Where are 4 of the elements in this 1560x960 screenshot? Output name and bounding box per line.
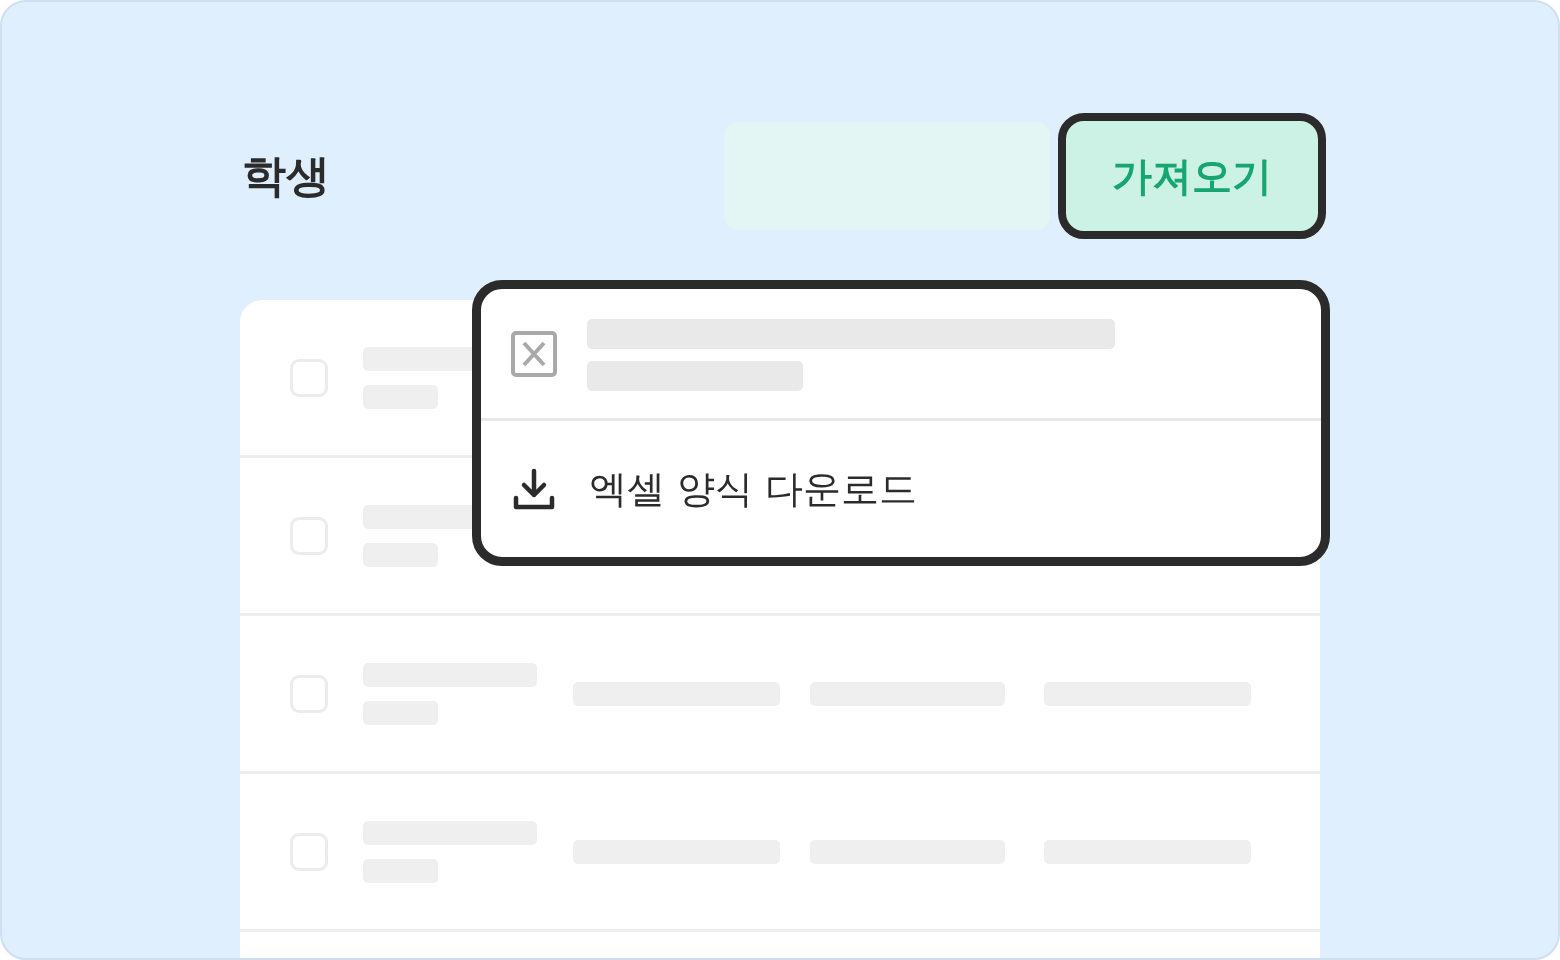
download-icon [513, 468, 555, 510]
menu-item[interactable]: 엑셀 양식 다운로드 [481, 421, 1321, 557]
spreadsheet-icon [511, 331, 557, 377]
page-title: 학생 [242, 148, 330, 203]
